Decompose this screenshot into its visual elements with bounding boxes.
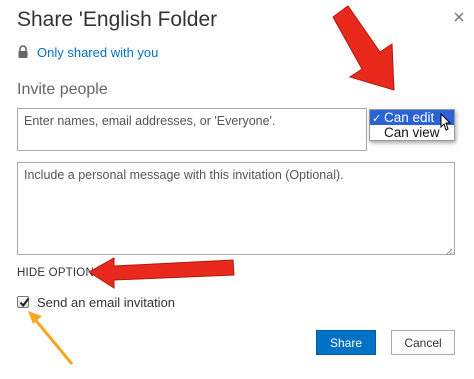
checkmark-icon <box>19 297 30 308</box>
red-arrow-dropdown-annotation <box>332 5 395 91</box>
permission-option-can-edit[interactable]: ✓ Can edit <box>370 110 454 125</box>
cancel-button[interactable]: Cancel <box>391 330 455 355</box>
resize-grip-icon[interactable] <box>445 245 453 256</box>
close-icon[interactable] <box>452 10 466 24</box>
permission-option-can-view[interactable]: Can view <box>370 125 454 140</box>
lock-icon <box>17 45 29 59</box>
shared-status-link[interactable]: Only shared with you <box>37 45 158 60</box>
red-arrow-options-annotation <box>88 257 235 289</box>
share-dialog: Share 'English Folder Only shared with y… <box>0 0 474 379</box>
invite-people-label: Invite people <box>17 81 108 98</box>
message-placeholder: Include a personal message with this inv… <box>24 168 344 182</box>
shared-status-row: Only shared with you <box>17 44 158 60</box>
hide-options-link[interactable]: HIDE OPTIONS <box>17 267 102 279</box>
permission-dropdown[interactable]: ✓ Can edit Can view <box>369 109 455 141</box>
send-email-checkbox[interactable] <box>17 296 30 308</box>
email-invitation-row: Send an email invitation <box>17 294 175 310</box>
send-email-label: Send an email invitation <box>37 294 176 310</box>
share-button[interactable]: Share <box>316 330 376 355</box>
dialog-title: Share 'English Folder <box>17 8 218 31</box>
permission-option-label: Can view <box>384 125 440 140</box>
orange-arrow-checkbox-annotation <box>28 311 74 365</box>
personal-message-input[interactable]: Include a personal message with this inv… <box>17 162 455 256</box>
people-input[interactable]: Enter names, email addresses, or 'Everyo… <box>17 108 367 151</box>
permission-option-label: Can edit <box>384 110 435 125</box>
